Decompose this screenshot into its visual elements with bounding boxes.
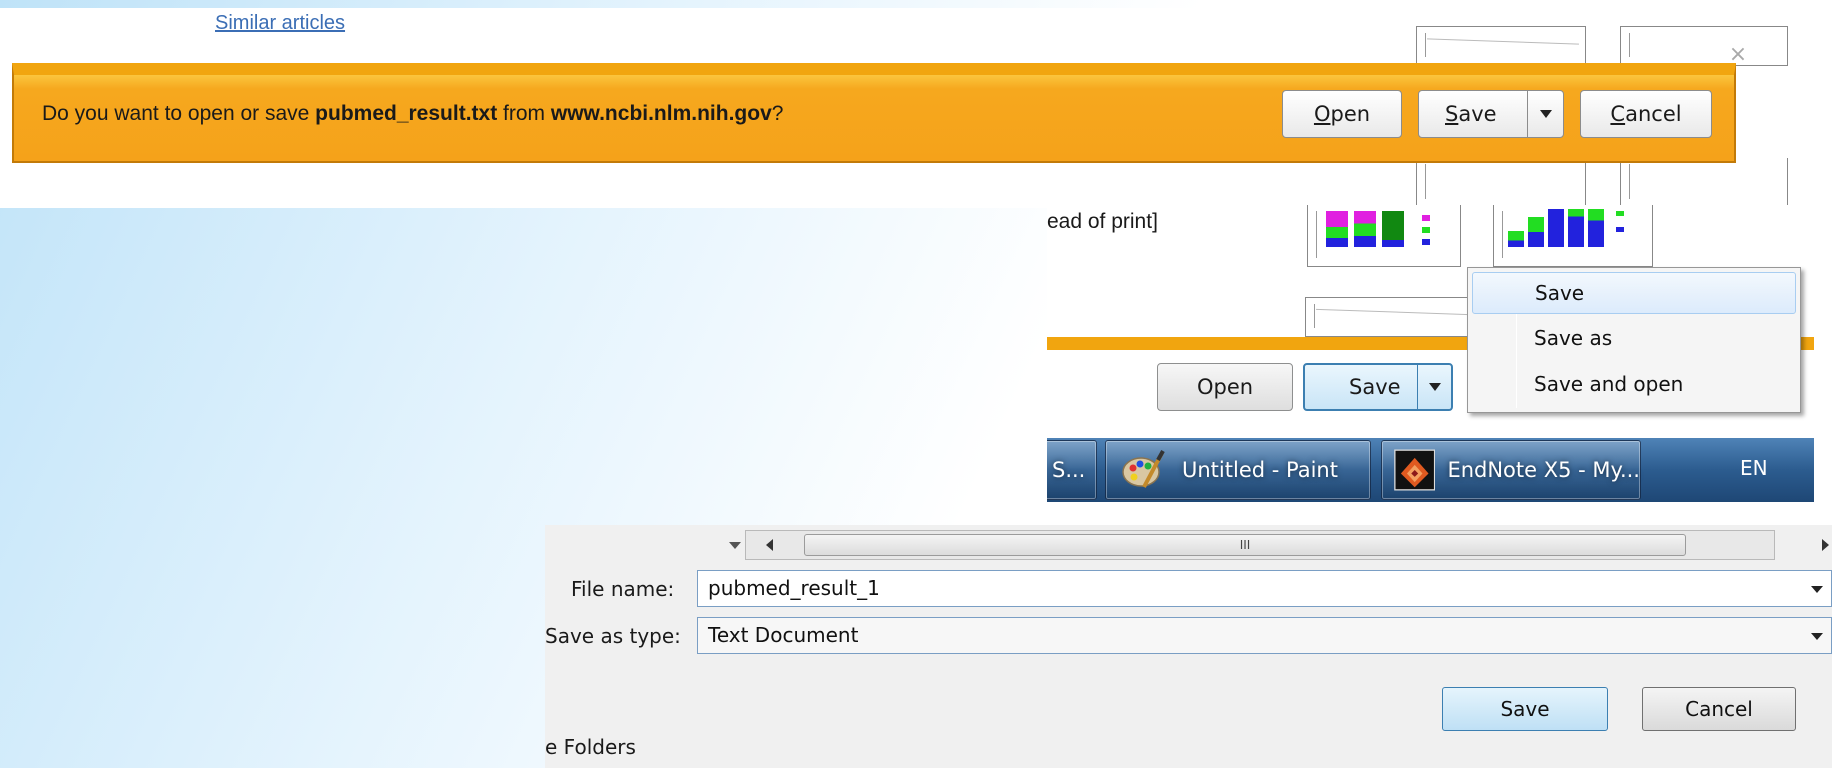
save-button-label: Save — [1500, 697, 1550, 721]
figure-thumbnail[interactable] — [1416, 26, 1586, 66]
legend-swatch — [1616, 227, 1624, 232]
chart-bar — [1354, 211, 1376, 247]
file-name-label: File name: — [571, 577, 675, 601]
thumbnail-axis — [1314, 304, 1315, 328]
download-domain: www.ncbi.nlm.nih.gov — [550, 102, 772, 125]
open-button-label: Open — [1314, 102, 1370, 126]
thumbnail-axis — [1425, 164, 1426, 199]
figure-thumbnail[interactable] — [1620, 26, 1788, 66]
legend-swatch — [1422, 239, 1430, 245]
message-middle: from — [497, 102, 551, 125]
save-split-button[interactable]: Save — [1303, 363, 1453, 411]
menu-item-save-and-open[interactable]: Save and open — [1472, 364, 1796, 406]
chevron-down-icon[interactable] — [1811, 586, 1823, 593]
thumbnail-curve — [1427, 38, 1579, 45]
download-message: Do you want to open or save pubmed_resul… — [42, 102, 783, 126]
save-dropdown-arrow[interactable] — [1527, 91, 1563, 137]
figure-thumbnail[interactable] — [1307, 205, 1461, 267]
open-button[interactable]: Open — [1282, 90, 1402, 138]
open-access-key: O — [1313, 102, 1331, 126]
menu-item-save[interactable]: Save — [1472, 272, 1796, 314]
chart-bar — [1382, 211, 1404, 247]
open-label-rest: pen — [1330, 102, 1371, 126]
similar-articles-link[interactable]: Similar articles — [215, 12, 345, 35]
menu-item-label: Save and open — [1534, 372, 1684, 396]
taskbar-item-label: S... — [1052, 458, 1086, 482]
taskbar-item-endnote[interactable]: EndNote X5 - My... — [1381, 440, 1641, 500]
language-indicator[interactable]: EN — [1740, 456, 1768, 480]
browser-notification-panel: Similar articles Do you want to open or … — [0, 8, 1808, 208]
taskbar-item-truncated[interactable]: S... — [1047, 440, 1097, 500]
file-name-value: pubmed_result_1 — [708, 576, 880, 600]
file-name-input[interactable]: pubmed_result_1 — [697, 570, 1832, 607]
figure-thumbnail[interactable] — [1620, 158, 1788, 208]
cancel-access-key: C — [1610, 102, 1626, 126]
cancel-button[interactable]: Cancel — [1642, 687, 1796, 731]
open-button[interactable]: Open — [1157, 363, 1293, 411]
save-access-key: S — [1445, 102, 1459, 126]
save-split-button[interactable]: Save — [1418, 90, 1564, 138]
hide-folders-toggle[interactable]: e Folders — [545, 735, 636, 759]
save-label-rest: ave — [1458, 102, 1497, 126]
cancel-button-label: Cancel — [1610, 102, 1681, 126]
message-suffix: ? — [771, 102, 784, 125]
thumbnail-axis — [1425, 33, 1426, 57]
chart-bar — [1528, 217, 1544, 247]
chevron-down-icon — [1539, 110, 1552, 118]
save-dropdown-panel: ead of print] Open Save Save Save as Sav — [1047, 205, 1814, 502]
cancel-button[interactable]: Cancel — [1580, 90, 1712, 138]
taskbar-item-label: EndNote X5 - My... — [1447, 458, 1640, 482]
menu-item-save-as[interactable]: Save as — [1472, 318, 1796, 360]
save-button-label: Save — [1445, 102, 1497, 126]
paint-palette-icon — [1122, 450, 1165, 488]
menu-item-label: Save — [1535, 281, 1585, 305]
legend-swatch — [1616, 211, 1624, 216]
thumbnail-axis — [1629, 33, 1630, 57]
thumbnail-axis — [1316, 211, 1317, 258]
chart-bar — [1568, 209, 1584, 247]
thumbnail-axis — [1502, 211, 1503, 258]
chart-bar — [1548, 209, 1564, 247]
save-button-label: Save — [1349, 375, 1401, 399]
scrollbar-thumb[interactable]: III — [804, 534, 1686, 556]
horizontal-scrollbar[interactable]: III — [745, 530, 1775, 560]
open-button-label: Open — [1196, 375, 1254, 399]
chart-bar — [1588, 209, 1604, 247]
save-dropdown-arrow[interactable] — [1417, 365, 1451, 409]
save-as-type-value: Text Document — [708, 623, 859, 647]
cancel-button-label: Cancel — [1685, 697, 1753, 721]
scroll-left-icon[interactable] — [766, 539, 773, 551]
save-as-type-select[interactable]: Text Document — [697, 617, 1832, 654]
chevron-down-icon — [1428, 383, 1441, 391]
endnote-icon — [1394, 449, 1436, 491]
scroll-right-icon[interactable] — [1822, 539, 1829, 551]
scrollbar-grip: III — [1239, 538, 1251, 552]
chevron-down-icon[interactable] — [1811, 633, 1823, 640]
windows-taskbar: S... Untitled - Paint EndNote X5 - My... — [1047, 438, 1814, 502]
download-notification-bar: Do you want to open or save pubmed_resul… — [12, 63, 1736, 163]
save-options-menu: Save Save as Save and open — [1467, 267, 1801, 413]
taskbar-item-paint[interactable]: Untitled - Paint — [1105, 440, 1371, 500]
save-as-dialog-panel: III File name: File name: File name: Fil… — [545, 525, 1832, 768]
taskbar-item-label: Untitled - Paint — [1182, 458, 1338, 482]
folder-nav-dropdown-icon[interactable] — [729, 542, 741, 549]
figure-thumbnail[interactable] — [1416, 158, 1586, 208]
save-button[interactable]: Save — [1442, 687, 1608, 731]
menu-item-label: Save as — [1534, 326, 1613, 350]
page-text-snippet: ead of print] — [1047, 210, 1158, 233]
message-prefix: Do you want to open or save — [42, 102, 316, 125]
chart-bar — [1508, 231, 1524, 247]
figure-thumbnail[interactable] — [1493, 205, 1653, 267]
legend-swatch — [1422, 215, 1430, 221]
download-file-name: pubmed_result.txt — [315, 102, 498, 125]
save-as-type-label: Save as type: — [545, 624, 681, 648]
thumbnail-axis — [1629, 164, 1630, 199]
close-icon[interactable]: × — [1728, 44, 1748, 66]
legend-swatch — [1422, 227, 1430, 233]
cancel-label-rest: ancel — [1625, 102, 1682, 126]
chart-bar — [1326, 211, 1348, 247]
